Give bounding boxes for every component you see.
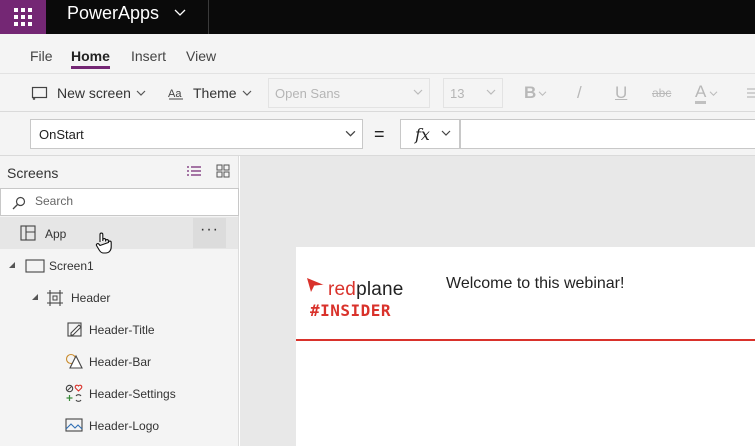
new-screen-icon bbox=[31, 86, 48, 100]
theme-icon: Aa bbox=[168, 88, 183, 100]
chevron-down-icon bbox=[538, 90, 547, 96]
formula-bar: OnStart = fx bbox=[0, 112, 755, 156]
font-family-value: Open Sans bbox=[275, 85, 341, 101]
icons-icon bbox=[65, 384, 83, 402]
font-size-select[interactable]: 13 bbox=[443, 78, 503, 108]
property-select[interactable]: OnStart bbox=[30, 119, 363, 149]
tree-item-label: Header-Settings bbox=[89, 387, 176, 401]
bold-button[interactable]: B bbox=[524, 74, 547, 112]
svg-text:Aa: Aa bbox=[168, 88, 182, 100]
formula-input[interactable] bbox=[460, 119, 755, 149]
app-bar: PowerApps bbox=[0, 0, 755, 34]
tree-item-label: App bbox=[45, 227, 67, 241]
strikethrough-label: abc bbox=[652, 86, 672, 100]
new-screen-label: New screen bbox=[57, 85, 131, 101]
image-icon bbox=[65, 418, 83, 432]
panel-title: Screens bbox=[7, 165, 59, 181]
tree-item-header-settings[interactable]: Header-Settings bbox=[0, 377, 238, 409]
tab-insert[interactable]: Insert bbox=[131, 48, 166, 64]
theme-button[interactable]: Aa Theme bbox=[168, 74, 252, 112]
tab-view[interactable]: View bbox=[186, 48, 216, 64]
fx-icon: fx bbox=[415, 124, 430, 144]
property-value: OnStart bbox=[39, 127, 84, 142]
ribbon-toolbar: New screen Aa Theme Open Sans 13 B / U a… bbox=[0, 74, 755, 112]
font-size-value: 13 bbox=[450, 85, 465, 101]
equals-sign: = bbox=[374, 124, 385, 144]
tree-item-header[interactable]: Header bbox=[0, 281, 238, 313]
align-icon[interactable] bbox=[745, 74, 755, 112]
italic-button[interactable]: / bbox=[577, 74, 582, 112]
function-button[interactable]: fx bbox=[400, 119, 460, 149]
search-icon bbox=[12, 196, 26, 210]
edit-text-icon bbox=[67, 322, 82, 337]
app-icon bbox=[20, 225, 36, 241]
italic-label: / bbox=[577, 83, 582, 102]
header-bar[interactable] bbox=[296, 339, 755, 341]
tree-item-label: Header-Title bbox=[89, 323, 155, 337]
chevron-down-icon bbox=[486, 89, 496, 95]
logo-word-plane: plane bbox=[356, 279, 404, 300]
tree-item-label: Header-Bar bbox=[89, 355, 152, 369]
bold-label: B bbox=[524, 83, 537, 102]
header-title[interactable]: Welcome to this webinar! bbox=[446, 275, 624, 293]
logo-wordmark: redplane bbox=[328, 279, 404, 301]
tree-item-label: Screen1 bbox=[49, 259, 94, 273]
tree-item-label: Header-Logo bbox=[89, 419, 160, 433]
group-icon bbox=[47, 290, 63, 306]
new-screen-button[interactable]: New screen bbox=[31, 74, 146, 112]
paper-plane-logo-icon bbox=[307, 278, 325, 292]
underline-button[interactable]: U bbox=[615, 74, 627, 112]
chevron-down-icon bbox=[136, 90, 146, 96]
app-name[interactable]: PowerApps bbox=[67, 0, 159, 34]
tab-file[interactable]: File bbox=[30, 48, 53, 64]
underline-label: U bbox=[615, 83, 628, 102]
ribbon-tabs: File Home Insert View bbox=[0, 34, 755, 74]
font-color-button[interactable]: A bbox=[695, 74, 718, 112]
chevron-down-icon bbox=[413, 89, 423, 95]
tab-home[interactable]: Home bbox=[71, 48, 110, 69]
screen-preview[interactable]: redplane #INSIDER Welcome to this webina… bbox=[296, 247, 755, 446]
list-view-icon[interactable] bbox=[186, 164, 202, 178]
expand-caret-icon[interactable] bbox=[8, 261, 16, 269]
font-family-select[interactable]: Open Sans bbox=[268, 78, 430, 108]
tree-item-header-title[interactable]: Header-Title bbox=[0, 313, 238, 345]
app-chevron-down-icon[interactable] bbox=[174, 6, 186, 18]
search-input[interactable] bbox=[35, 194, 225, 208]
grid-view-icon[interactable] bbox=[216, 164, 230, 178]
chevron-down-icon bbox=[345, 130, 356, 137]
app-bar-divider bbox=[208, 0, 209, 34]
logo-tagline: #INSIDER bbox=[310, 301, 392, 320]
screen-icon bbox=[25, 259, 45, 273]
font-color-label: A bbox=[695, 82, 707, 104]
screens-panel: Screens App ··· Screen1 Header Header-Ti… bbox=[0, 156, 239, 446]
design-canvas[interactable]: redplane #INSIDER Welcome to this webina… bbox=[240, 156, 755, 446]
strikethrough-button[interactable]: abc bbox=[652, 74, 671, 112]
chevron-down-icon bbox=[709, 90, 718, 96]
waffle-icon[interactable] bbox=[0, 0, 46, 34]
screens-search[interactable] bbox=[0, 188, 239, 216]
more-options-button[interactable]: ··· bbox=[193, 218, 226, 248]
chevron-down-icon bbox=[242, 90, 252, 96]
expand-caret-icon[interactable] bbox=[31, 293, 39, 301]
hand-cursor-icon bbox=[95, 232, 112, 254]
theme-label: Theme bbox=[193, 85, 237, 101]
tree-item-app[interactable]: App ··· bbox=[0, 217, 238, 249]
tree-item-label: Header bbox=[71, 291, 111, 305]
chevron-down-icon bbox=[441, 130, 451, 136]
tree-item-header-logo[interactable]: Header-Logo bbox=[0, 409, 238, 441]
shapes-icon bbox=[65, 353, 83, 369]
tree-item-screen1[interactable]: Screen1 bbox=[0, 249, 238, 281]
tree-item-header-bar[interactable]: Header-Bar bbox=[0, 345, 238, 377]
logo-word-red: red bbox=[328, 279, 357, 300]
